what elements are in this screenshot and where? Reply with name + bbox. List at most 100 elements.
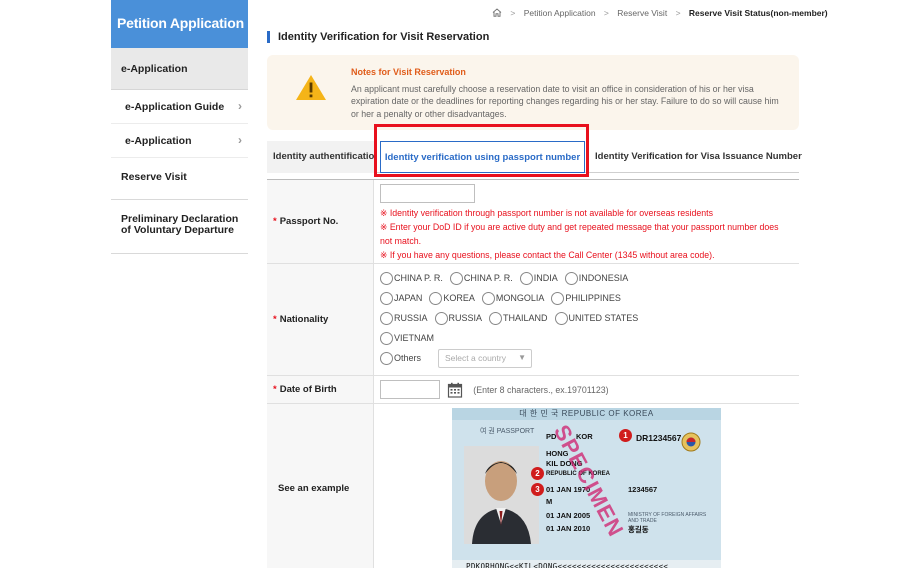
country-select[interactable]: Select a country ▼: [438, 348, 533, 368]
radio-japan[interactable]: JAPAN: [380, 291, 423, 305]
tab-highlight-frame: [374, 124, 589, 177]
passport-sample-image: 대 한 민 국 REPUBLIC OF KOREA 여 권 PASSPORT P…: [452, 408, 721, 568]
passport-message-3: ※ If you have any questions, please cont…: [380, 250, 715, 260]
radio-label: RUSSIA: [394, 313, 428, 323]
warning-icon: [296, 75, 326, 100]
sidebar-item-label: e-Application Guide: [125, 101, 225, 113]
radio-label: UNITED STATES: [568, 313, 639, 323]
radio-circle[interactable]: [380, 271, 393, 285]
breadcrumb-current: Reserve Visit Status(non-member): [688, 8, 828, 18]
radio-label: CHINA P. R.: [463, 273, 513, 283]
radio-circle[interactable]: [380, 331, 393, 345]
passport-row: * Passport No. ※ Identity verification t…: [267, 180, 799, 264]
page-title: Identity Verification for Visit Reservat…: [267, 31, 489, 43]
country-select-placeholder: Select a country: [445, 352, 506, 363]
required-mark: *: [273, 216, 277, 227]
calendar-icon[interactable]: [447, 382, 463, 398]
radio-philippines[interactable]: PHILIPPINES: [551, 291, 621, 305]
nationality-label: * Nationality: [267, 264, 374, 375]
radio-circle[interactable]: [380, 351, 393, 365]
sidebar-item-e-application[interactable]: e-Application ›: [111, 124, 248, 158]
radio-label: VIETNAM: [394, 333, 435, 343]
callout-badge-3: 3: [531, 483, 544, 496]
callout-badge-2: 2: [531, 467, 544, 480]
radio-label: JAPAN: [394, 293, 423, 303]
sidebar-item-preliminary-declaration[interactable]: Preliminary Declaration of Voluntary Dep…: [111, 200, 248, 254]
radio-mongolia[interactable]: MONGOLIA: [481, 291, 545, 305]
passport-mrz: PDKORHONG<<KIL<DONG<<<<<<<<<<<<<<<<<<<<<…: [452, 560, 721, 568]
radio-indonesia[interactable]: INDONESIA: [564, 271, 629, 285]
radio-united-states[interactable]: UNITED STATES: [554, 311, 639, 325]
emblem-icon: [681, 432, 701, 452]
radio-label: MONGOLIA: [495, 293, 545, 303]
notice-text: An applicant must carefully choose a res…: [351, 84, 779, 119]
tab-visa-issuance-number[interactable]: Identity Verification for Visa Issuance …: [595, 141, 802, 173]
required-mark: *: [273, 384, 277, 395]
dob-label-text: Date of Birth: [279, 384, 337, 395]
radio-russia-2[interactable]: RUSSIA: [434, 311, 483, 325]
radio-russia-1[interactable]: RUSSIA: [380, 311, 428, 325]
sidebar-title: Petition Application: [111, 0, 248, 48]
radio-circle[interactable]: [380, 291, 393, 305]
sidebar-section-e-application[interactable]: e-Application: [111, 48, 248, 90]
example-label: See an example: [267, 404, 374, 568]
verification-form: * Passport No. ※ Identity verification t…: [267, 179, 799, 568]
nationality-label-text: Nationality: [279, 314, 329, 325]
radio-label: CHINA P. R.: [394, 273, 443, 283]
radio-circle[interactable]: [434, 311, 448, 325]
breadcrumb-separator: >: [510, 8, 516, 18]
passport-personal-no: 1234567: [628, 485, 658, 494]
sidebar-item-label: e-Application: [125, 135, 192, 147]
radio-circle[interactable]: [554, 311, 568, 325]
nationality-options: CHINA P. R. CHINA P. R. INDIA INDONESIA …: [374, 264, 799, 372]
chevron-down-icon: ▼: [518, 352, 527, 362]
passport-doc-label: 여 권 PASSPORT: [480, 428, 535, 435]
radio-label: Others: [394, 353, 422, 363]
sidebar-item-reserve-visit[interactable]: Reserve Visit: [111, 158, 248, 200]
breadcrumb-item[interactable]: Reserve Visit: [617, 8, 667, 18]
radio-china-1[interactable]: CHINA P. R.: [380, 271, 443, 285]
radio-label: PHILIPPINES: [565, 293, 621, 303]
passport-number-input[interactable]: [380, 184, 475, 203]
breadcrumb-item[interactable]: Petition Application: [524, 8, 596, 18]
passport-label-text: Passport No.: [279, 216, 339, 227]
notice-box: Notes for Visit Reservation An applicant…: [267, 55, 799, 130]
radio-label: INDONESIA: [578, 273, 629, 283]
example-row: See an example 대 한 민 국 REPUBLIC OF KOREA…: [267, 404, 799, 568]
radio-vietnam[interactable]: VIETNAM: [380, 331, 435, 345]
passport-message-2: ※ Enter your DoD ID if you are active du…: [380, 222, 779, 246]
dob-input[interactable]: [380, 380, 440, 399]
sidebar: Petition Application e-Application e-App…: [111, 0, 248, 568]
radio-circle[interactable]: [380, 311, 393, 325]
tab-identity-authentification[interactable]: Identity authentification: [267, 141, 377, 173]
passport-signature: 홍길동: [628, 525, 649, 534]
passport-header: 대 한 민 국 REPUBLIC OF KOREA: [452, 408, 721, 420]
passport-sex: M: [546, 497, 553, 506]
passport-number-value: DR1234567: [636, 433, 682, 443]
required-mark: *: [273, 314, 277, 325]
passport-label: * Passport No.: [267, 180, 374, 263]
radio-label: THAILAND: [503, 313, 548, 323]
passport-photo: [464, 446, 539, 544]
radio-circle[interactable]: [489, 311, 503, 325]
chevron-right-icon: ›: [238, 99, 242, 113]
passport-issue-date: 01 JAN 2005: [546, 511, 591, 520]
passport-authority: MINISTRY OF FOREIGN AFFAIRS AND TRADE: [628, 512, 707, 524]
radio-circle[interactable]: [551, 291, 565, 305]
breadcrumb-separator: >: [603, 8, 609, 18]
radio-circle[interactable]: [519, 271, 533, 285]
radio-others[interactable]: Others: [380, 351, 422, 365]
radio-thailand[interactable]: THAILAND: [489, 311, 548, 325]
radio-india[interactable]: INDIA: [519, 271, 558, 285]
breadcrumb: > Petition Application > Reserve Visit >…: [492, 8, 828, 18]
radio-circle[interactable]: [481, 291, 495, 305]
radio-korea[interactable]: KOREA: [429, 291, 475, 305]
sidebar-item-e-application-guide[interactable]: e-Application Guide ›: [111, 90, 248, 124]
radio-label: RUSSIA: [448, 313, 483, 323]
radio-circle[interactable]: [449, 271, 463, 285]
radio-circle[interactable]: [564, 271, 578, 285]
home-icon[interactable]: [492, 8, 502, 17]
radio-circle[interactable]: [429, 291, 443, 305]
radio-china-2[interactable]: CHINA P. R.: [449, 271, 513, 285]
breadcrumb-separator: >: [675, 8, 681, 18]
